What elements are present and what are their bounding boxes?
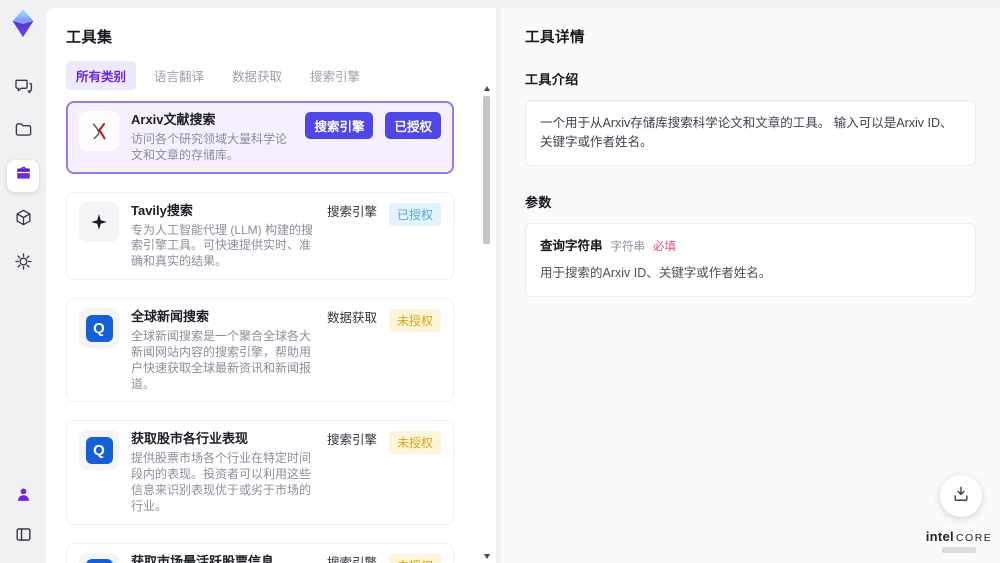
category-tabs: 所有类别 语言翻译 数据获取 搜索引擎: [66, 61, 476, 90]
tool-name: 全球新闻搜索: [131, 309, 210, 325]
tab-all-categories[interactable]: 所有类别: [66, 61, 137, 90]
tab-search-engine[interactable]: 搜索引擎: [300, 61, 370, 90]
folder-icon: [14, 120, 33, 144]
sidebar-item-files[interactable]: [7, 116, 39, 148]
sidebar-item-models[interactable]: [7, 204, 39, 236]
tools-panel: 工具集 所有类别 语言翻译 数据获取 搜索引擎 Arxiv文献搜索 访问各个研究…: [46, 8, 496, 563]
main-area: 工具集 所有类别 语言翻译 数据获取 搜索引擎 Arxiv文献搜索 访问各个研究…: [46, 8, 1000, 563]
panel-toggle-icon: [14, 525, 33, 549]
scroll-up-arrow-icon[interactable]: [484, 86, 490, 91]
sidebar-item-chat[interactable]: [7, 72, 39, 104]
tavily-sparkle-icon: [79, 201, 119, 242]
toolbox-icon: [14, 164, 33, 188]
tool-name: 获取股市各行业表现: [131, 431, 249, 447]
tool-description: 提供股票市场各个行业在特定时间段内的表现。投资者可以利用这些信息来识别表现优于或…: [131, 451, 312, 513]
tool-card-arxiv[interactable]: Arxiv文献搜索 访问各个研究领域大量科学论文和文章的存储库。 搜索引擎 已授…: [66, 101, 454, 174]
tool-name: Arxiv文献搜索: [131, 112, 216, 127]
tab-language-translation[interactable]: 语言翻译: [144, 61, 214, 90]
tab-data-acquisition[interactable]: 数据获取: [222, 61, 292, 90]
tool-detail-panel: 工具详情 工具介绍 一个用于从Arxiv存储库搜索科学论文和文章的工具。 输入可…: [501, 8, 1000, 563]
category-badge: 搜索引擎: [326, 555, 377, 563]
detail-title: 工具详情: [525, 30, 585, 46]
brand-intel-text: intel: [925, 529, 954, 544]
tool-card-tavily[interactable]: Tavily搜索 专为人工智能代理 (LLM) 构建的搜索引擎工具。可快速提供实…: [66, 191, 454, 281]
page-title: 工具集: [66, 29, 113, 46]
chat-icon: [14, 76, 33, 100]
tool-card-active-stocks[interactable]: Q 获取市场最活跃股票信息 提供当天交易量最高的股票列表。投资者可以利用这些信息…: [66, 542, 454, 563]
sidebar-item-account[interactable]: [7, 481, 39, 513]
stocks-logo-icon: Q: [85, 559, 113, 563]
auth-badge: 已授权: [388, 202, 441, 226]
news-logo-icon: Q: [85, 314, 113, 342]
tool-description: 访问各个研究领域大量科学论文和文章的存储库。: [131, 132, 288, 162]
auth-badge: 未授权: [388, 309, 441, 333]
download-icon: [951, 484, 971, 509]
user-icon: [14, 485, 33, 509]
auth-badge: 未授权: [388, 553, 441, 563]
brand-core-text: CORE: [955, 532, 993, 544]
intro-heading: 工具介绍: [525, 72, 579, 87]
scrollbar-thumb[interactable]: [483, 96, 490, 244]
tool-name: 获取市场最活跃股票信息: [131, 553, 275, 563]
app-logo[interactable]: [8, 8, 38, 38]
rail-bottom: [7, 481, 39, 553]
download-button[interactable]: [940, 475, 982, 517]
tool-name: Tavily搜索: [131, 202, 193, 218]
cube-icon: [14, 208, 33, 232]
param-description: 用于搜索的Arxiv ID、关键字或作者姓名。: [540, 265, 772, 280]
settings-icon: [14, 252, 33, 276]
tool-card-global-news[interactable]: Q 全球新闻搜索 全球新闻搜索是一个聚合全球各大新闻网站内容的搜索引擎，帮助用户…: [66, 298, 454, 403]
list-scrollbar[interactable]: [483, 86, 491, 559]
auth-badge: 已授权: [385, 112, 441, 139]
intel-core-logo: intel CORE: [926, 529, 991, 553]
auth-badge: 未授权: [388, 431, 441, 455]
intro-text: 一个用于从Arxiv存储库搜索科学论文和文章的工具。 输入可以是Arxiv ID…: [525, 100, 976, 166]
sidebar-item-tools[interactable]: [7, 160, 39, 192]
param-type: 字符串: [610, 240, 646, 253]
rail-nav: [7, 72, 39, 280]
tool-description: 全球新闻搜索是一个聚合全球各大新闻网站内容的搜索引擎，帮助用户快速获取全球最新资…: [131, 329, 312, 391]
category-badge: 搜索引擎: [326, 433, 377, 448]
brand-subtext-bar: [942, 547, 976, 553]
param-required-flag: 必填: [653, 240, 677, 253]
param-name: 查询字符串: [540, 238, 603, 253]
category-badge: 搜索引擎: [326, 204, 377, 219]
stocks-logo-icon: Q: [85, 436, 113, 464]
category-badge: 搜索引擎: [305, 112, 374, 139]
param-item: 查询字符串 字符串 必填 用于搜索的Arxiv ID、关键字或作者姓名。: [525, 222, 976, 297]
sidebar-item-collapse[interactable]: [7, 521, 39, 553]
sidebar-item-settings[interactable]: [7, 248, 39, 280]
category-badge: 数据获取: [326, 311, 377, 326]
tool-description: 专为人工智能代理 (LLM) 构建的搜索引擎工具。可快速提供实时、准确和真实的结…: [131, 222, 314, 269]
tool-list: Arxiv文献搜索 访问各个研究领域大量科学论文和文章的存储库。 搜索引擎 已授…: [66, 101, 476, 563]
tool-card-sector-performance[interactable]: Q 获取股市各行业表现 提供股票市场各个行业在特定时间段内的表现。投资者可以利用…: [66, 420, 454, 525]
params-heading: 参数: [525, 194, 552, 210]
scroll-down-arrow-icon[interactable]: [484, 554, 490, 559]
arxiv-icon: [79, 111, 119, 151]
left-rail: [0, 0, 46, 563]
